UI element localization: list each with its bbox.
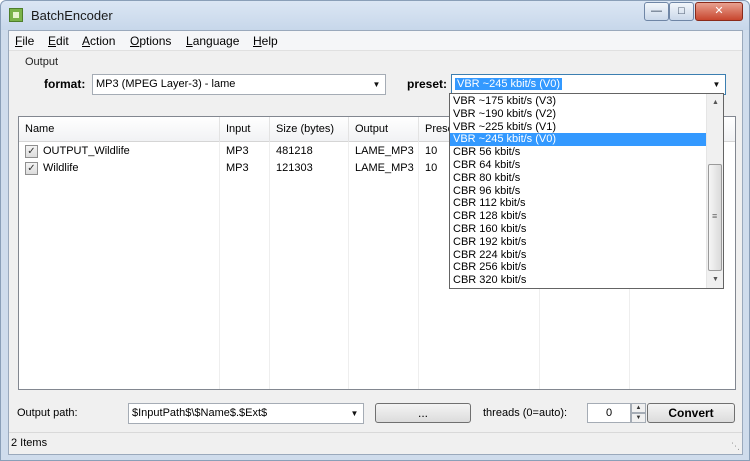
preset-option[interactable]: CBR 112 kbit/s bbox=[450, 197, 706, 210]
column-input[interactable]: Input bbox=[220, 117, 270, 142]
menu-options[interactable]: Options bbox=[130, 34, 171, 48]
convert-button[interactable]: Convert bbox=[647, 403, 735, 423]
maximize-button[interactable]: □ bbox=[669, 2, 694, 21]
checkmark-icon: ✓ bbox=[27, 163, 36, 174]
preset-option[interactable]: CBR 128 kbit/s bbox=[450, 210, 706, 223]
preset-option[interactable]: VBR ~175 kbit/s (V3) bbox=[450, 95, 706, 108]
preset-option[interactable]: VBR ~225 kbit/s (V1) bbox=[450, 121, 706, 134]
preset-option[interactable]: CBR 192 kbit/s bbox=[450, 236, 706, 249]
checkmark-icon: ✓ bbox=[27, 146, 36, 157]
preset-option[interactable]: CBR 96 kbit/s bbox=[450, 185, 706, 198]
preset-option[interactable]: CBR 320 kbit/s bbox=[450, 274, 706, 287]
preset-option[interactable]: CBR 160 kbit/s bbox=[450, 223, 706, 236]
minimize-button[interactable]: — bbox=[644, 2, 669, 21]
grid-line bbox=[348, 142, 349, 389]
grid-line bbox=[219, 142, 220, 389]
grip-icon: ≡ bbox=[712, 211, 718, 221]
column-name[interactable]: Name bbox=[19, 117, 220, 142]
minimize-icon: — bbox=[651, 5, 662, 17]
grid-line bbox=[418, 142, 419, 389]
maximize-icon: □ bbox=[678, 5, 685, 17]
menu-help[interactable]: Help bbox=[253, 34, 278, 48]
cell-size: 481218 bbox=[276, 145, 313, 157]
cell-name: Wildlife bbox=[43, 162, 79, 174]
preset-option[interactable]: CBR 64 kbit/s bbox=[450, 159, 706, 172]
browse-button[interactable]: ... bbox=[375, 403, 471, 423]
cell-input: MP3 bbox=[226, 145, 249, 157]
status-bar: 2 Items ⋱ bbox=[9, 432, 742, 454]
format-combo[interactable]: MP3 (MPEG Layer-3) - lame ▼ bbox=[92, 74, 386, 95]
cell-size: 121303 bbox=[276, 162, 313, 174]
threads-spin-up[interactable]: ▲ bbox=[631, 403, 646, 413]
preset-option[interactable]: CBR 256 kbit/s bbox=[450, 261, 706, 274]
scroll-up-icon[interactable]: ▲ bbox=[707, 94, 723, 111]
window-title: BatchEncoder bbox=[31, 8, 113, 23]
cell-output: LAME_MP3 bbox=[355, 145, 414, 157]
output-group-label: Output bbox=[25, 56, 59, 68]
preset-option[interactable]: VBR ~190 kbit/s (V2) bbox=[450, 108, 706, 121]
grid-line bbox=[269, 142, 270, 389]
preset-label: preset: bbox=[407, 77, 448, 91]
preset-dropdown-list[interactable]: ▲ ≡ ▼ VBR ~175 kbit/s (V3) VBR ~190 kbit/… bbox=[449, 93, 724, 289]
chevron-down-icon: ▼ bbox=[372, 80, 381, 89]
cell-name: OUTPUT_Wildlife bbox=[43, 145, 130, 157]
preset-value: VBR ~245 kbit/s (V0) bbox=[455, 78, 563, 90]
preset-option[interactable]: CBR 224 kbit/s bbox=[450, 249, 706, 262]
chevron-down-icon: ▼ bbox=[350, 409, 359, 418]
menu-edit[interactable]: Edit bbox=[48, 34, 69, 48]
preset-option[interactable]: VBR ~245 kbit/s (V0) bbox=[450, 133, 706, 147]
output-path-combo[interactable]: $InputPath$\$Name$.$Ext$ ▼ bbox=[128, 403, 364, 424]
status-text: 2 Items bbox=[11, 437, 48, 449]
output-path-label: Output path: bbox=[17, 407, 78, 419]
resize-grip-icon[interactable]: ⋱ bbox=[728, 440, 740, 452]
chevron-down-icon: ▼ bbox=[635, 415, 642, 421]
threads-label: threads (0=auto): bbox=[483, 407, 568, 419]
output-path-value: $InputPath$\$Name$.$Ext$ bbox=[132, 407, 268, 419]
chevron-down-icon: ▼ bbox=[712, 80, 721, 89]
close-button[interactable]: ✕ bbox=[695, 2, 743, 21]
cell-input: MP3 bbox=[226, 162, 249, 174]
batchencoder-app-icon bbox=[9, 8, 23, 22]
close-icon: ✕ bbox=[714, 5, 724, 17]
format-label: format: bbox=[44, 77, 86, 91]
scroll-thumb[interactable]: ≡ bbox=[708, 164, 722, 271]
preset-combo[interactable]: VBR ~245 kbit/s (V0) ▼ bbox=[451, 74, 726, 95]
threads-spin-down[interactable]: ▼ bbox=[631, 413, 646, 423]
menu-file[interactable]: File bbox=[15, 34, 34, 48]
format-value: MP3 (MPEG Layer-3) - lame bbox=[96, 78, 236, 90]
scroll-down-icon[interactable]: ▼ bbox=[707, 271, 723, 288]
menu-action[interactable]: Action bbox=[82, 34, 115, 48]
menu-language[interactable]: Language bbox=[186, 34, 239, 48]
chevron-up-icon: ▲ bbox=[635, 405, 642, 411]
dropdown-scrollbar[interactable]: ▲ ≡ ▼ bbox=[706, 94, 723, 288]
column-size[interactable]: Size (bytes) bbox=[270, 117, 349, 142]
menu-bar: File Edit Action Options Language Help bbox=[9, 31, 742, 51]
column-output[interactable]: Output bbox=[349, 117, 419, 142]
cell-output: LAME_MP3 bbox=[355, 162, 414, 174]
threads-input[interactable]: 0 bbox=[587, 403, 631, 423]
preset-option[interactable]: CBR 80 kbit/s bbox=[450, 172, 706, 185]
title-bar[interactable]: BatchEncoder — □ ✕ bbox=[1, 1, 749, 30]
preset-option[interactable]: CBR 56 kbit/s bbox=[450, 146, 706, 159]
